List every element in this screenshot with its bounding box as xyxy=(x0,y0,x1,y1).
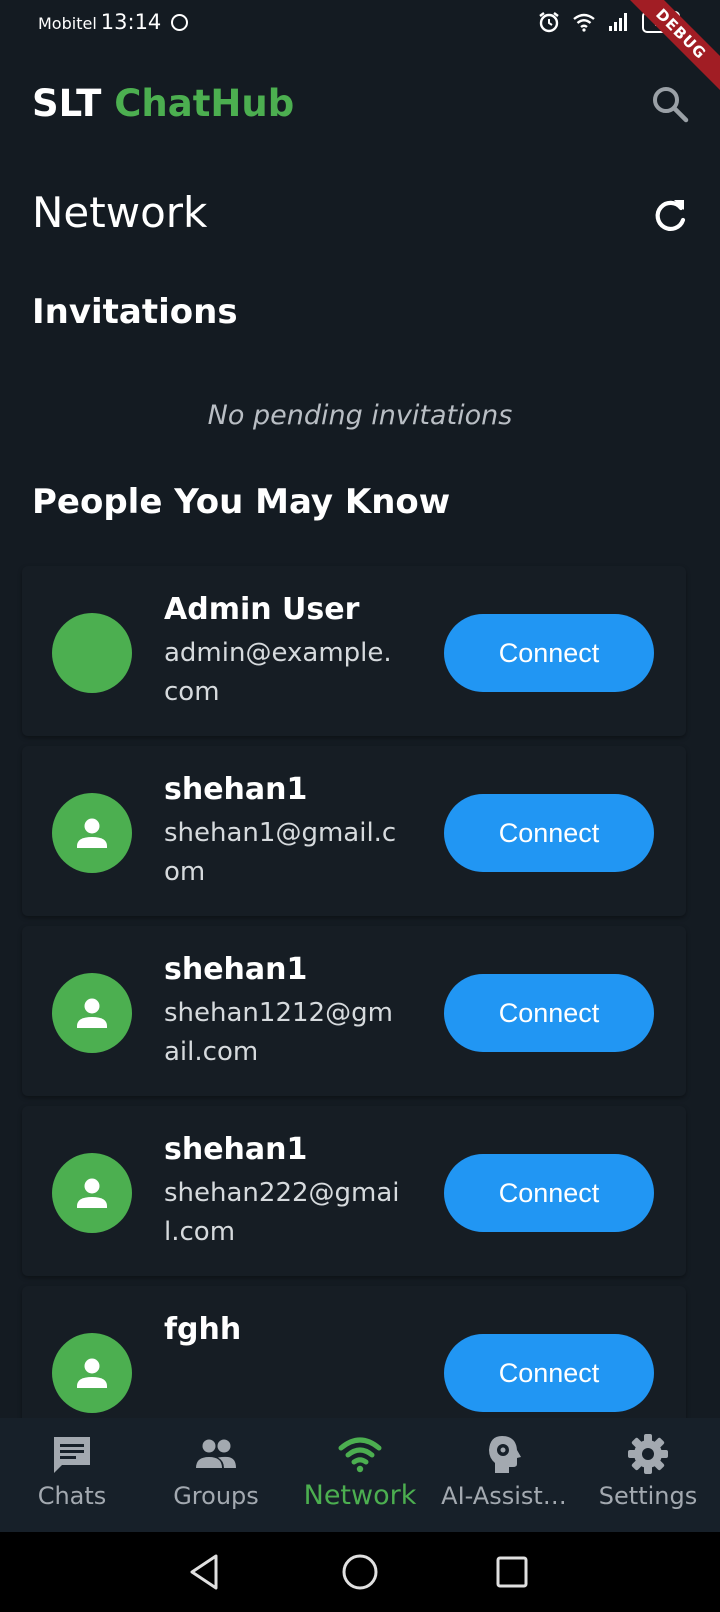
recents-icon[interactable] xyxy=(490,1550,534,1594)
person-email: shehan1@gmail.com xyxy=(164,818,397,887)
connect-button[interactable]: Connect xyxy=(444,1334,654,1412)
no-invitations-text: No pending invitations xyxy=(207,400,513,431)
nav-label-network: Network xyxy=(303,1480,417,1511)
back-icon[interactable] xyxy=(184,1550,228,1594)
page-title: Network xyxy=(32,188,208,237)
search-icon[interactable] xyxy=(650,84,690,124)
people-list: Admin User admin@example.com Connect she… xyxy=(22,566,686,1466)
person-card: shehan1 shehan1212@gmail.com Connect xyxy=(22,926,686,1096)
connect-button[interactable]: Connect xyxy=(444,974,654,1052)
refresh-icon[interactable] xyxy=(650,196,690,236)
person-name: shehan1 xyxy=(164,1132,308,1167)
person-email: shehan1212@gmail.com xyxy=(164,998,393,1067)
bottom-navigation: Chats Groups Network AI-Assist… Settings xyxy=(0,1418,720,1532)
status-left: Mobitel 13:14 xyxy=(38,10,189,34)
wifi-icon xyxy=(338,1437,382,1473)
ai-head-icon xyxy=(489,1436,521,1473)
gear-icon xyxy=(628,1434,668,1474)
nav-item-network[interactable]: Network xyxy=(288,1418,432,1532)
nav-label-ai-assistant: AI-Assist… xyxy=(441,1482,567,1510)
person-name: shehan1 xyxy=(164,772,308,807)
nav-label-groups: Groups xyxy=(173,1482,259,1510)
home-icon[interactable] xyxy=(338,1550,382,1594)
person-name: Admin User xyxy=(164,592,360,627)
person-name: fghh xyxy=(164,1312,242,1347)
person-icon xyxy=(77,818,107,848)
person-card: shehan1 shehan1@gmail.com Connect xyxy=(22,746,686,916)
avatar xyxy=(52,973,132,1053)
nav-label-settings: Settings xyxy=(598,1482,698,1510)
people-heading: People You May Know xyxy=(32,482,451,522)
avatar xyxy=(52,1333,132,1413)
connect-button[interactable]: Connect xyxy=(444,794,654,872)
screen: Mobitel 13:14 72 xyxy=(0,0,720,1612)
status-bar: Mobitel 13:14 72 xyxy=(0,0,720,103)
nav-item-groups[interactable]: Groups xyxy=(144,1418,288,1532)
nav-item-settings[interactable]: Settings xyxy=(576,1418,720,1532)
wifi-status-icon xyxy=(573,13,595,32)
avatar xyxy=(52,793,132,873)
nav-item-ai-assistant[interactable]: AI-Assist… xyxy=(432,1418,576,1532)
alarm-icon xyxy=(539,12,559,33)
avatar xyxy=(52,1153,132,1233)
person-name: shehan1 xyxy=(164,952,308,987)
person-icon xyxy=(77,1358,107,1388)
person-icon xyxy=(77,1178,107,1208)
connect-button[interactable]: Connect xyxy=(444,1154,654,1232)
nav-label-chats: Chats xyxy=(37,1482,107,1510)
person-icon xyxy=(77,998,107,1028)
groups-icon xyxy=(196,1439,236,1468)
app-title: SLT ChatHub xyxy=(32,82,294,125)
app-title-accent: ChatHub xyxy=(114,82,295,125)
nav-item-chats[interactable]: Chats xyxy=(0,1418,144,1532)
carrier-label: Mobitel xyxy=(38,14,97,33)
connect-button[interactable]: Connect xyxy=(444,614,654,692)
signal-icon xyxy=(609,13,627,31)
person-email: shehan222@gmail.com xyxy=(164,1178,400,1247)
app-bar: SLT ChatHub xyxy=(32,78,690,134)
person-email: admin@example.com xyxy=(164,638,392,707)
system-navigation-bar xyxy=(0,1532,720,1612)
person-card: Admin User admin@example.com Connect xyxy=(22,566,686,736)
invitations-heading: Invitations xyxy=(32,292,238,332)
notification-icon xyxy=(171,14,189,31)
clock-label: 13:14 xyxy=(100,10,162,34)
person-card: shehan1 shehan222@gmail.com Connect xyxy=(22,1106,686,1276)
avatar xyxy=(52,613,132,693)
app-title-brand: SLT xyxy=(32,82,102,125)
chat-icon xyxy=(54,1437,90,1473)
